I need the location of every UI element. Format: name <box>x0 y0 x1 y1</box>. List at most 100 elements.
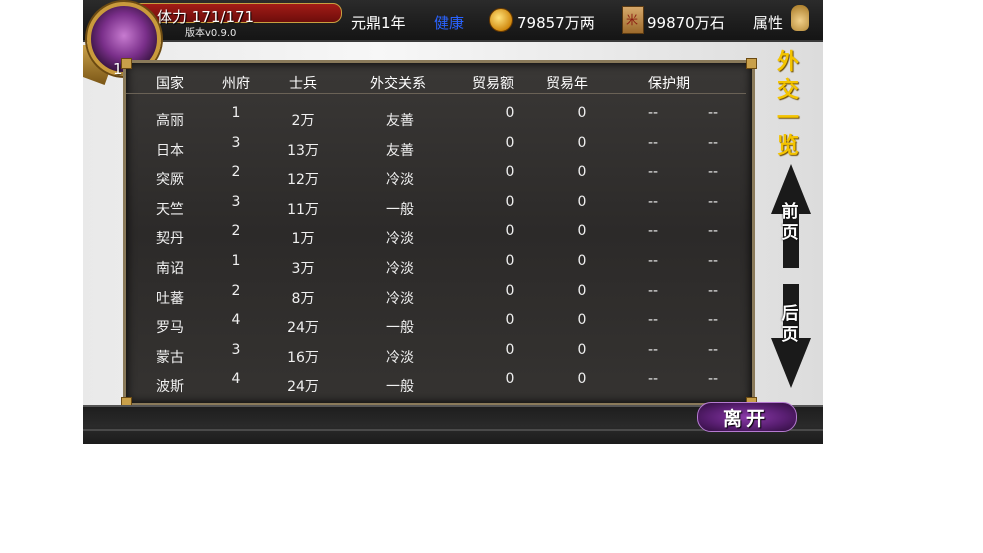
cell-relation: 友善 <box>386 142 414 159</box>
cell-protect-a: -- <box>647 223 659 240</box>
panel-corner <box>746 58 757 69</box>
cell-relation: 冷淡 <box>386 261 414 277</box>
cell-trade-amount: 0 <box>505 105 515 121</box>
top-status-bar: 体力 171/171 版本v0.9.0 元鼎1年 健康 79857万两 米 99… <box>83 0 823 42</box>
cell-soldiers: 1万 <box>291 231 315 248</box>
cell-protect-a: -- <box>647 193 659 210</box>
era-year: 元鼎1年 <box>351 14 406 32</box>
cell-trade-years: 0 <box>577 253 587 269</box>
cell-trade-amount: 0 <box>505 312 515 329</box>
cell-soldiers: 3万 <box>291 261 315 277</box>
cell-protect-a: -- <box>647 312 659 329</box>
cell-provinces: 3 <box>231 341 241 358</box>
cell-provinces: 1 <box>231 253 241 269</box>
cell-provinces: 4 <box>231 312 241 329</box>
cell-relation: 一般 <box>386 379 414 396</box>
cell-trade-years: 0 <box>577 134 587 151</box>
health-status: 健康 <box>434 14 465 32</box>
header-relation: 外交关系 <box>370 76 426 92</box>
cell-relation: 冷淡 <box>386 290 414 307</box>
cell-country: 波斯 <box>156 379 184 396</box>
cell-relation: 一般 <box>386 201 414 218</box>
cell-trade-years: 0 <box>577 371 587 388</box>
cell-protect-b: -- <box>707 341 719 358</box>
grain-amount: 99870万石 <box>647 14 725 32</box>
cell-trade-years: 0 <box>577 223 587 240</box>
version-label: 版本v0.9.0 <box>185 28 237 39</box>
cell-trade-amount: 0 <box>505 134 515 151</box>
cell-protect-a: -- <box>647 341 659 358</box>
cell-protect-a: -- <box>647 282 659 299</box>
leave-button[interactable]: 离开 <box>697 402 797 432</box>
cell-relation: 冷淡 <box>386 172 414 189</box>
cell-protect-a: -- <box>647 105 659 121</box>
cell-country: 突厥 <box>156 172 184 189</box>
diplomacy-table: 国家 州府 士兵 外交关系 贸易额 贸易年 保护期 高丽 1 2万 友善 0 0 -- -- 日… <box>121 58 757 408</box>
cell-trade-years: 0 <box>577 193 587 210</box>
cell-relation: 冷淡 <box>386 349 414 366</box>
cell-provinces: 2 <box>231 282 241 299</box>
bag-icon[interactable] <box>791 5 809 31</box>
cell-soldiers: 16万 <box>287 349 319 366</box>
cell-country: 高丽 <box>156 113 184 129</box>
cell-protect-a: -- <box>647 164 659 181</box>
grain-sack-icon: 米 <box>622 6 644 34</box>
cell-relation: 一般 <box>386 320 414 337</box>
cell-protect-b: -- <box>707 371 719 388</box>
attributes-button[interactable]: 属性 <box>753 12 783 33</box>
cell-trade-amount: 0 <box>505 253 515 269</box>
cell-provinces: 2 <box>231 223 241 240</box>
cell-trade-years: 0 <box>577 312 587 329</box>
cell-trade-amount: 0 <box>505 341 515 358</box>
cell-country: 吐蕃 <box>156 290 184 307</box>
cell-country: 南诏 <box>156 261 184 277</box>
cell-protect-b: -- <box>707 193 719 210</box>
next-page-button[interactable]: 后页 <box>769 282 813 390</box>
header-country: 国家 <box>156 76 184 92</box>
game-screen: 体力 171/171 版本v0.9.0 元鼎1年 健康 79857万两 米 99… <box>83 0 823 444</box>
cell-protect-b: -- <box>707 164 719 181</box>
next-page-label: 后页 <box>781 304 799 345</box>
header-protection: 保护期 <box>648 76 690 92</box>
header-provinces: 州府 <box>222 76 250 92</box>
prev-page-label: 前页 <box>781 202 799 243</box>
cell-soldiers: 12万 <box>287 172 319 189</box>
cell-protect-b: -- <box>707 134 719 151</box>
cell-provinces: 3 <box>231 134 241 151</box>
header-soldiers: 士兵 <box>289 76 317 92</box>
cell-soldiers: 24万 <box>287 379 319 396</box>
cell-trade-years: 0 <box>577 282 587 299</box>
coin-icon <box>489 8 513 32</box>
cell-protect-a: -- <box>647 134 659 151</box>
header-trade-amount: 贸易额 <box>472 76 514 92</box>
cell-provinces: 2 <box>231 164 241 181</box>
cell-soldiers: 13万 <box>287 142 319 159</box>
leave-button-label: 离开 <box>722 408 769 430</box>
cell-trade-years: 0 <box>577 341 587 358</box>
prev-page-button[interactable]: 前页 <box>769 162 813 270</box>
cell-country: 蒙古 <box>156 349 184 366</box>
grain-icon-char: 米 <box>626 13 639 27</box>
cell-provinces: 4 <box>231 371 241 388</box>
cell-soldiers: 8万 <box>291 290 315 307</box>
cell-protect-b: -- <box>707 312 719 329</box>
cell-soldiers: 24万 <box>287 320 319 337</box>
panel-corner <box>121 58 132 69</box>
cell-country: 日本 <box>156 142 184 159</box>
cell-protect-a: -- <box>647 371 659 388</box>
cell-relation: 冷淡 <box>386 231 414 248</box>
cell-trade-amount: 0 <box>505 223 515 240</box>
cell-soldiers: 2万 <box>291 113 315 129</box>
cell-country: 契丹 <box>156 231 184 248</box>
cell-soldiers: 11万 <box>287 201 319 218</box>
header-trade-years: 贸易年 <box>546 76 588 92</box>
cell-trade-amount: 0 <box>505 371 515 388</box>
cell-country: 罗马 <box>156 320 184 337</box>
cell-trade-amount: 0 <box>505 193 515 210</box>
cell-protect-a: -- <box>647 253 659 269</box>
cell-trade-years: 0 <box>577 105 587 121</box>
cell-relation: 友善 <box>386 113 414 129</box>
money-amount: 79857万两 <box>517 14 595 32</box>
cell-trade-years: 0 <box>577 164 587 181</box>
cell-trade-amount: 0 <box>505 282 515 299</box>
